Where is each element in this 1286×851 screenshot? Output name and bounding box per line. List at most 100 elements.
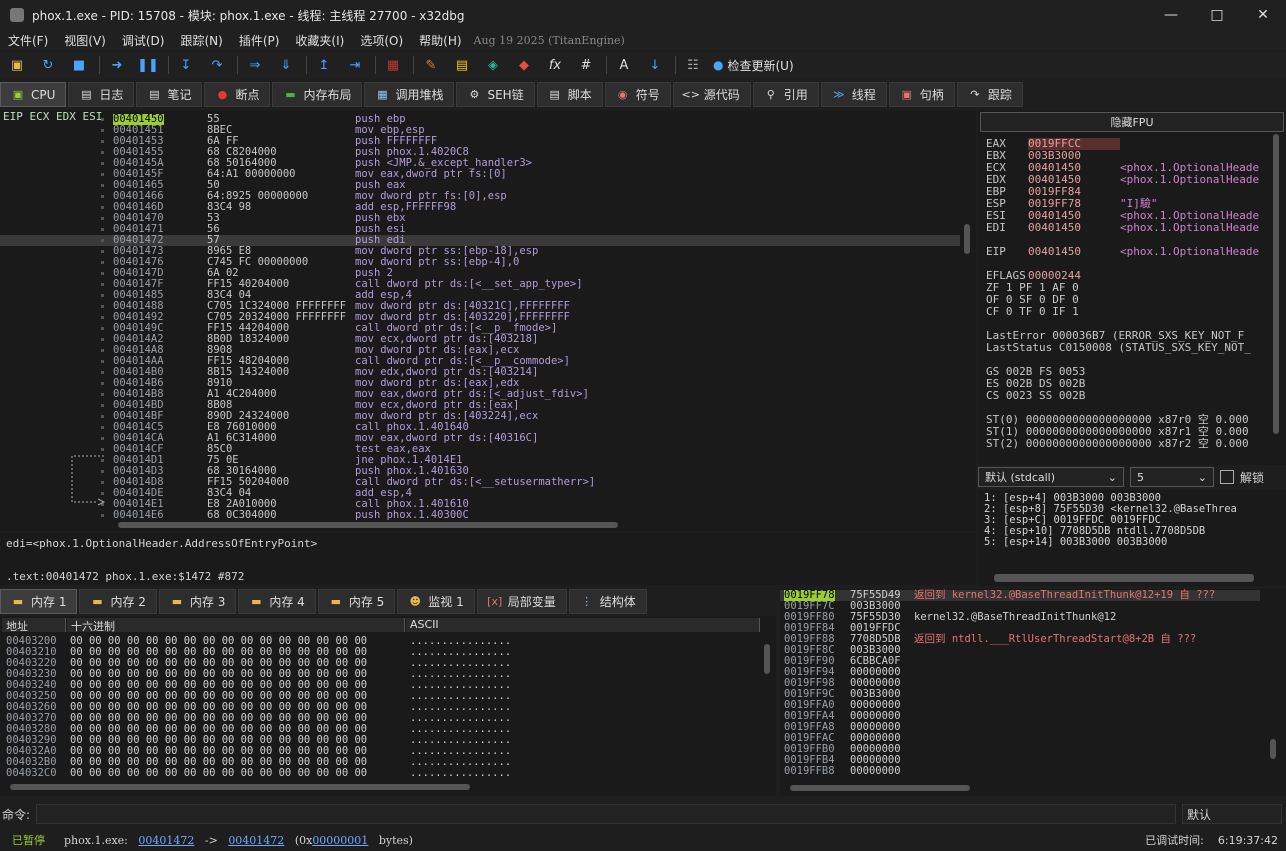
menu-debug[interactable]: 调试(D) [114,32,173,49]
trace-over-icon[interactable]: ⇓ [275,54,297,76]
breakpoint-dot[interactable] [101,184,104,187]
hash-icon[interactable]: # [575,54,597,76]
breakpoint-dot[interactable] [101,426,104,429]
breakpoint-dot[interactable] [101,195,104,198]
breakpoint-dot[interactable] [101,349,104,352]
command-mode-select[interactable]: 默认 [1182,804,1282,824]
breakpoint-dot[interactable] [101,173,104,176]
breakpoint-dot[interactable] [101,129,104,132]
breakpoint-dot[interactable] [101,382,104,385]
breakpoint-dot[interactable] [101,338,104,341]
tab-locals[interactable]: [x] 局部变量 [476,589,567,614]
status-size-link[interactable]: 00000001 [312,834,368,847]
scylla-icon[interactable]: ▦ [382,54,404,76]
tab-notes[interactable]: ▤ 笔记 [136,82,203,107]
breakpoint-dot[interactable] [101,217,104,220]
tab-breakpoints[interactable]: ● 断点 [204,82,271,107]
function-icon[interactable]: fx [544,54,566,76]
register-line[interactable]: EDI 00401450 <phox.1.OptionalHeade [986,222,1259,234]
stack-horizontal-scrollbar[interactable] [790,783,1260,793]
menu-help[interactable]: 帮助(H) [411,32,469,49]
calculator-icon[interactable]: ☷ [682,54,704,76]
maximize-button[interactable]: □ [1194,0,1240,30]
tab-cpu[interactable]: ▣ CPU [0,82,67,107]
dump-horizontal-scrollbar[interactable] [10,782,750,792]
breakpoint-dot[interactable] [101,250,104,253]
breakpoint-dot[interactable] [101,305,104,308]
stack-vertical-scrollbar[interactable] [1270,629,1278,779]
save-icon[interactable]: ↓ [644,54,666,76]
status-to-link[interactable]: 00401472 [228,834,284,847]
register-line[interactable]: ST(2) 0000000000000000000 x87r2 空 0.000 [986,438,1249,450]
hide-fpu-button[interactable]: 隐藏FPU [980,112,1284,132]
menu-plugins[interactable]: 插件(P) [231,32,288,49]
stack-arg[interactable]: 5: [esp+14] 003B3000 003B3000 [984,536,1167,548]
command-input[interactable] [36,804,1176,824]
tab-watch[interactable]: ☻ 监视 1 [397,589,475,614]
close-button[interactable]: ✕ [1240,0,1286,30]
menu-view[interactable]: 视图(V) [56,32,114,49]
tab-script[interactable]: ▤ 脚本 [536,82,603,107]
disassembly-view[interactable]: EIP ECX EDX ESI 00401450 55 push ebp 004014… [0,110,976,532]
register-line[interactable]: EIP 00401450 <phox.1.OptionalHeade [986,246,1259,258]
breakpoint-dot[interactable] [101,316,104,319]
stack-arguments-scrollbar[interactable] [994,574,1254,582]
menu-file[interactable]: 文件(F) [0,32,56,49]
tab-threads[interactable]: ≫ 线程 [820,82,887,107]
disassembly-horizontal-scrollbar[interactable] [110,520,960,530]
menu-options[interactable]: 选项(O) [352,32,411,49]
tab-call-stack[interactable]: ▦ 调用堆栈 [364,82,455,107]
breakpoint-dot[interactable] [101,239,104,242]
tab-dump-4[interactable]: ▬ 内存 4 [238,589,316,614]
breakpoint-dot[interactable] [101,404,104,407]
font-icon[interactable]: A [613,54,635,76]
breakpoint-dot[interactable] [101,514,104,517]
stop-icon[interactable]: ■ [68,54,90,76]
tab-dump-5[interactable]: ▬ 内存 5 [317,589,396,614]
status-from-link[interactable]: 00401472 [138,834,194,847]
breakpoint-dot[interactable] [101,360,104,363]
breakpoint-dot[interactable] [101,415,104,418]
pause-icon[interactable]: ❚❚ [137,54,159,76]
tab-memory-map[interactable]: ▬ 内存布局 [272,82,363,107]
register-line[interactable]: CS 0023 SS 002B [986,390,1085,402]
register-line[interactable]: EDX 00401450 <phox.1.OptionalHeade [986,174,1259,186]
run-icon[interactable]: ➜ [106,54,128,76]
breakpoint-dot[interactable] [101,272,104,275]
restart-icon[interactable]: ↻ [37,54,59,76]
breakpoint-dot[interactable] [101,283,104,286]
registers-scrollbar[interactable] [1273,134,1281,454]
breakpoint-dot[interactable] [101,393,104,396]
execute-till-return-icon[interactable]: ↥ [313,54,335,76]
run-to-user-code-icon[interactable]: ⇥ [344,54,366,76]
tab-handles[interactable]: ▣ 句柄 [888,82,955,107]
breakpoint-dot[interactable] [101,162,104,165]
label-icon[interactable]: ◈ [482,54,504,76]
breakpoint-dot[interactable] [101,206,104,209]
dump-header-hex[interactable]: 十六进制 [67,618,405,633]
breakpoint-dot[interactable] [101,118,104,121]
dump-view[interactable]: 地址 十六进制 ASCII 00403200 00 00 00 00 00 00 … [0,616,776,796]
unlock-checkbox[interactable] [1220,470,1234,484]
patch-icon[interactable]: ✎ [420,54,442,76]
open-icon[interactable]: ▣ [6,54,28,76]
bookmark-icon[interactable]: ◆ [513,54,535,76]
stack-view[interactable]: 0019FF78 75F55D49 返回到 kernel32.@BaseThread… [780,589,1286,796]
register-line[interactable]: LastStatus C0150008 (STATUS_SXS_KEY_NOT_ [986,342,1251,354]
minimize-button[interactable]: — [1148,0,1194,30]
dump-vertical-scrollbar[interactable] [764,638,772,778]
tab-symbols[interactable]: ◉ 符号 [604,82,671,107]
tab-log[interactable]: ▤ 日志 [68,82,135,107]
breakpoint-dot[interactable] [101,151,104,154]
disassembly-vertical-scrollbar[interactable] [962,112,972,512]
breakpoint-dot[interactable] [101,294,104,297]
call-convention-select[interactable]: 默认 (stdcall) ⌄ [978,467,1124,487]
dump-header-address[interactable]: 地址 [2,618,66,633]
breakpoint-dot[interactable] [101,228,104,231]
step-into-icon[interactable]: ↧ [175,54,197,76]
trace-into-icon[interactable]: ⇒ [244,54,266,76]
arg-count-select[interactable]: 5 ⌄ [1130,467,1214,487]
breakpoint-dot[interactable] [101,371,104,374]
breakpoint-dot[interactable] [101,261,104,264]
breakpoint-dot[interactable] [101,327,104,330]
